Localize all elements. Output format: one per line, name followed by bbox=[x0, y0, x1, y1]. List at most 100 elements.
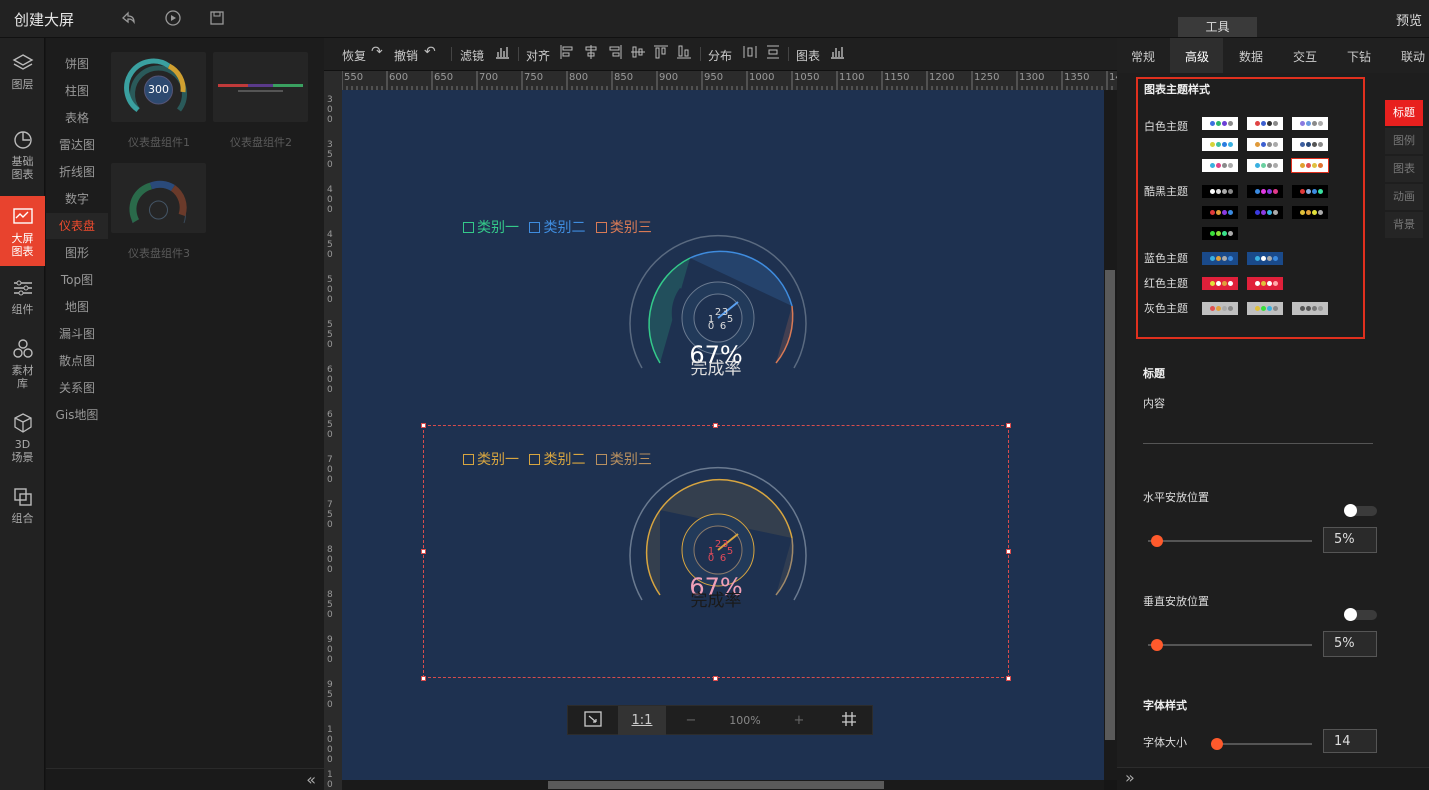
theme-swatch[interactable] bbox=[1247, 277, 1283, 290]
collapse-left-icon[interactable]: « bbox=[306, 770, 316, 789]
category-item[interactable]: Gis地图 bbox=[46, 402, 108, 428]
vertical-scroll-thumb[interactable] bbox=[1105, 270, 1115, 740]
theme-swatch[interactable] bbox=[1247, 117, 1283, 130]
nav-3d-scene[interactable]: 3D场景 bbox=[0, 412, 45, 472]
collapse-right-icon[interactable]: » bbox=[1125, 768, 1135, 787]
theme-swatch[interactable] bbox=[1202, 117, 1238, 130]
category-item[interactable]: 图形 bbox=[46, 240, 108, 266]
tab-interaction[interactable]: 交互 bbox=[1293, 48, 1317, 65]
theme-swatch[interactable] bbox=[1292, 185, 1328, 198]
align-button[interactable]: 对齐 bbox=[526, 47, 550, 64]
nav-layers[interactable]: 图层 bbox=[0, 52, 45, 102]
category-item[interactable]: 柱图 bbox=[46, 78, 108, 104]
theme-swatch[interactable] bbox=[1292, 206, 1328, 219]
side-tab-background[interactable]: 背景 bbox=[1385, 212, 1423, 238]
category-item[interactable]: 关系图 bbox=[46, 375, 108, 401]
horizontal-scroll-thumb[interactable] bbox=[548, 781, 884, 789]
align-middle-icon[interactable] bbox=[630, 44, 646, 64]
nav-combine[interactable]: 组合 bbox=[0, 486, 45, 531]
gauge-chart-2[interactable]: 2 3 1 5 0 6 67% 完成率 bbox=[620, 460, 816, 620]
distribute-vertical-icon[interactable] bbox=[765, 44, 781, 64]
theme-swatch[interactable] bbox=[1247, 302, 1283, 315]
nav-components[interactable]: 组件 bbox=[0, 277, 45, 322]
distribute-button[interactable]: 分布 bbox=[708, 47, 732, 64]
h-pos-slider-knob[interactable] bbox=[1151, 535, 1163, 547]
chart-button[interactable]: 图表 bbox=[796, 47, 820, 64]
theme-swatch[interactable] bbox=[1247, 252, 1283, 265]
tab-advanced[interactable]: 高级 bbox=[1185, 48, 1209, 65]
category-item[interactable]: 饼图 bbox=[46, 51, 108, 77]
theme-swatch[interactable] bbox=[1291, 158, 1329, 173]
h-pos-value[interactable]: 5% bbox=[1323, 527, 1377, 553]
h-pos-slider[interactable] bbox=[1148, 540, 1312, 542]
category-item[interactable]: 折线图 bbox=[46, 159, 108, 185]
theme-swatch[interactable] bbox=[1202, 138, 1238, 151]
back-icon[interactable] bbox=[118, 9, 138, 29]
zoom-out-button[interactable]: − bbox=[666, 706, 716, 735]
side-tab-legend[interactable]: 图例 bbox=[1385, 128, 1423, 154]
undo-button[interactable]: 撤销 bbox=[394, 47, 418, 64]
v-pos-slider[interactable] bbox=[1148, 644, 1312, 646]
theme-swatch[interactable] bbox=[1202, 206, 1238, 219]
redo-button[interactable]: 恢复 bbox=[342, 47, 366, 64]
category-item-active[interactable]: 仪表盘 bbox=[46, 213, 108, 239]
legend-item[interactable]: 类别一 bbox=[463, 220, 519, 236]
preview-button[interactable]: 预览 bbox=[1396, 10, 1422, 29]
font-size-slider-knob[interactable] bbox=[1211, 738, 1223, 750]
category-item[interactable]: 表格 bbox=[46, 105, 108, 131]
category-item[interactable]: 地图 bbox=[46, 294, 108, 320]
align-center-icon[interactable] bbox=[583, 44, 599, 64]
resize-handle[interactable] bbox=[421, 423, 426, 428]
chart-bar-icon[interactable] bbox=[829, 44, 845, 64]
category-item[interactable]: 漏斗图 bbox=[46, 321, 108, 347]
bar-chart-icon[interactable] bbox=[494, 44, 510, 64]
side-tab-title[interactable]: 标题 bbox=[1385, 100, 1423, 126]
resize-handle[interactable] bbox=[1006, 676, 1011, 681]
align-right-icon[interactable] bbox=[607, 44, 623, 64]
theme-swatch[interactable] bbox=[1202, 302, 1238, 315]
nav-bigscreen-charts[interactable]: 大屏图表 bbox=[0, 196, 45, 266]
resize-handle[interactable] bbox=[1006, 423, 1011, 428]
tab-general[interactable]: 常规 bbox=[1131, 48, 1155, 65]
side-tab-chart[interactable]: 图表 bbox=[1385, 156, 1423, 182]
theme-swatch[interactable] bbox=[1292, 117, 1328, 130]
theme-swatch[interactable] bbox=[1247, 159, 1283, 172]
play-icon[interactable] bbox=[163, 9, 183, 29]
content-input[interactable] bbox=[1143, 443, 1373, 444]
theme-swatch[interactable] bbox=[1202, 252, 1238, 265]
tab-drilldown[interactable]: 下钻 bbox=[1347, 48, 1371, 65]
theme-swatch[interactable] bbox=[1202, 227, 1238, 240]
v-pos-slider-knob[interactable] bbox=[1151, 639, 1163, 651]
category-item[interactable]: 数字 bbox=[46, 186, 108, 212]
horizontal-ruler[interactable]: 550 600 650 700 750 800 850 900 950 1000 1050 1100 1… bbox=[342, 71, 1117, 90]
align-bottom-icon[interactable] bbox=[676, 44, 692, 64]
font-size-value[interactable]: 14 bbox=[1323, 729, 1377, 753]
resize-handle[interactable] bbox=[421, 676, 426, 681]
font-size-slider[interactable] bbox=[1212, 743, 1312, 745]
category-item[interactable]: 雷达图 bbox=[46, 132, 108, 158]
v-pos-toggle[interactable] bbox=[1344, 608, 1377, 621]
fit-screen-icon[interactable] bbox=[568, 706, 618, 735]
nav-materials[interactable]: 素材库 bbox=[0, 338, 45, 398]
zoom-1to1-button[interactable]: 1:1 bbox=[618, 706, 666, 735]
align-top-icon[interactable] bbox=[653, 44, 669, 64]
resize-handle[interactable] bbox=[421, 549, 426, 554]
legend-item[interactable]: 类别二 bbox=[529, 452, 585, 468]
theme-swatch[interactable] bbox=[1247, 185, 1283, 198]
theme-swatch[interactable] bbox=[1202, 277, 1238, 290]
theme-swatch[interactable] bbox=[1292, 138, 1328, 151]
v-pos-value[interactable]: 5% bbox=[1323, 631, 1377, 657]
theme-swatch[interactable] bbox=[1202, 159, 1238, 172]
theme-swatch[interactable] bbox=[1247, 206, 1283, 219]
gauge-thumb-2[interactable] bbox=[213, 52, 308, 122]
gauge-chart-1[interactable]: 2 3 1 5 0 6 67% 完成率 bbox=[620, 228, 816, 388]
zoom-in-button[interactable]: + bbox=[774, 706, 824, 735]
vertical-ruler[interactable]: 300 350 400 450 500 550 600 650 700 750 800 850 900 9… bbox=[324, 71, 342, 790]
gauge-thumb-3[interactable] bbox=[111, 163, 206, 233]
resize-handle[interactable] bbox=[713, 676, 718, 681]
tab-data[interactable]: 数据 bbox=[1239, 48, 1263, 65]
align-left-icon[interactable] bbox=[559, 44, 575, 64]
grid-icon[interactable] bbox=[824, 706, 874, 735]
tools-tab[interactable]: 工具 bbox=[1178, 17, 1257, 37]
theme-swatch[interactable] bbox=[1202, 185, 1238, 198]
